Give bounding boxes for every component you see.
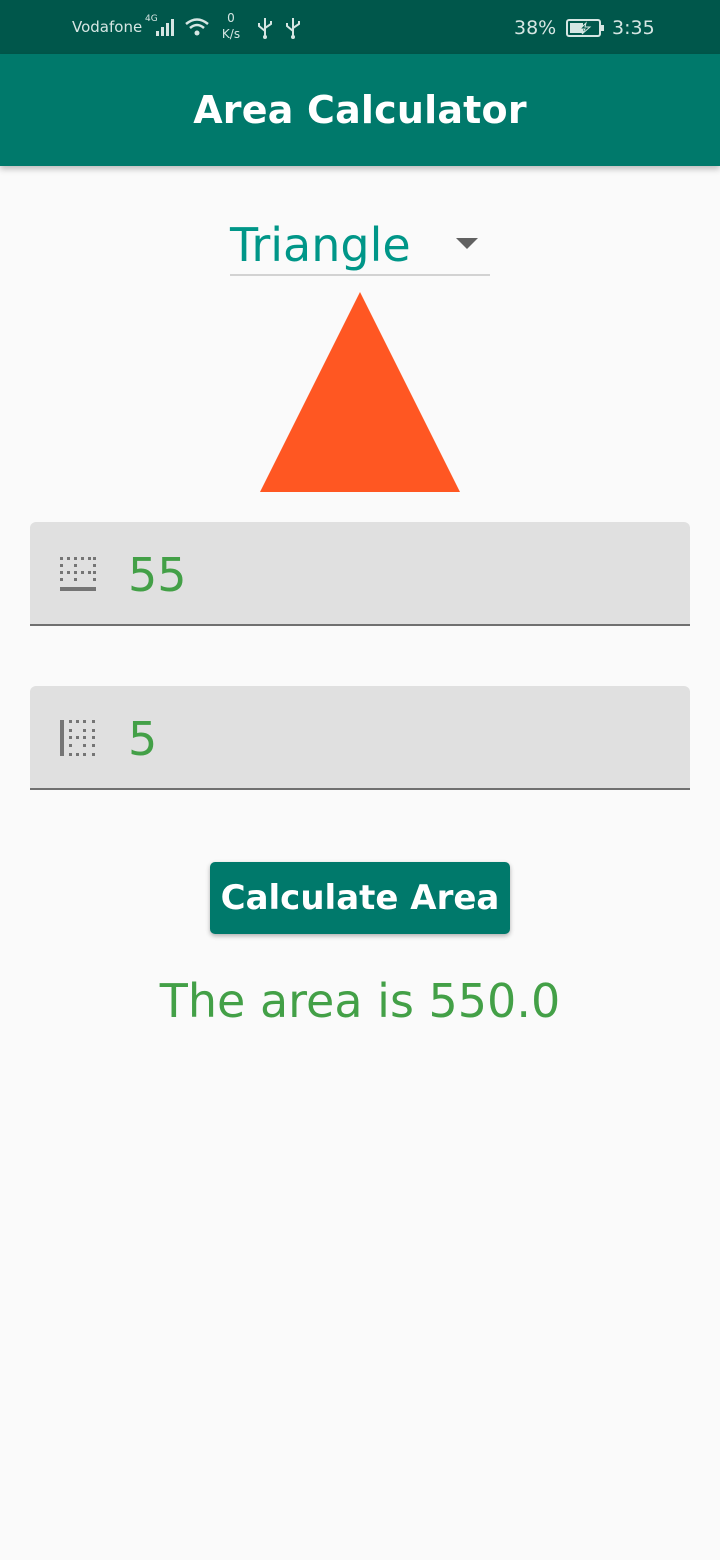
battery-percent: 38% xyxy=(514,17,557,39)
usb-debug-icon xyxy=(284,17,302,43)
app-title: Area Calculator xyxy=(193,88,527,132)
app-bar: Area Calculator xyxy=(0,54,720,166)
shape-selector[interactable]: Triangle xyxy=(230,210,490,276)
height-field[interactable] xyxy=(30,686,690,790)
triangle-shape xyxy=(260,292,460,492)
border-left-icon xyxy=(58,718,98,758)
border-bottom-icon xyxy=(58,554,98,594)
speed-value: 0 xyxy=(227,11,235,25)
speed-unit: K/s xyxy=(221,27,241,41)
dropdown-arrow-icon[interactable] xyxy=(456,238,478,249)
usb-icon xyxy=(256,17,274,43)
result-text: The area is 550.0 xyxy=(159,974,561,1028)
height-input[interactable] xyxy=(128,712,648,766)
battery-charging-icon xyxy=(566,18,606,42)
wifi-icon xyxy=(184,16,210,42)
base-field[interactable] xyxy=(30,522,690,626)
clock: 3:35 xyxy=(612,17,655,39)
shape-selector-value: Triangle xyxy=(230,218,411,272)
calculate-area-button[interactable]: Calculate Area xyxy=(210,862,510,934)
status-bar: Vodafone 4G 0 K/s 38% 3:35 xyxy=(0,0,720,54)
network-speed: 0 K/s xyxy=(218,10,244,42)
carrier-name: Vodafone xyxy=(72,18,143,36)
base-input[interactable] xyxy=(128,548,648,602)
signal-icon xyxy=(155,17,177,41)
shape-image xyxy=(260,292,460,492)
